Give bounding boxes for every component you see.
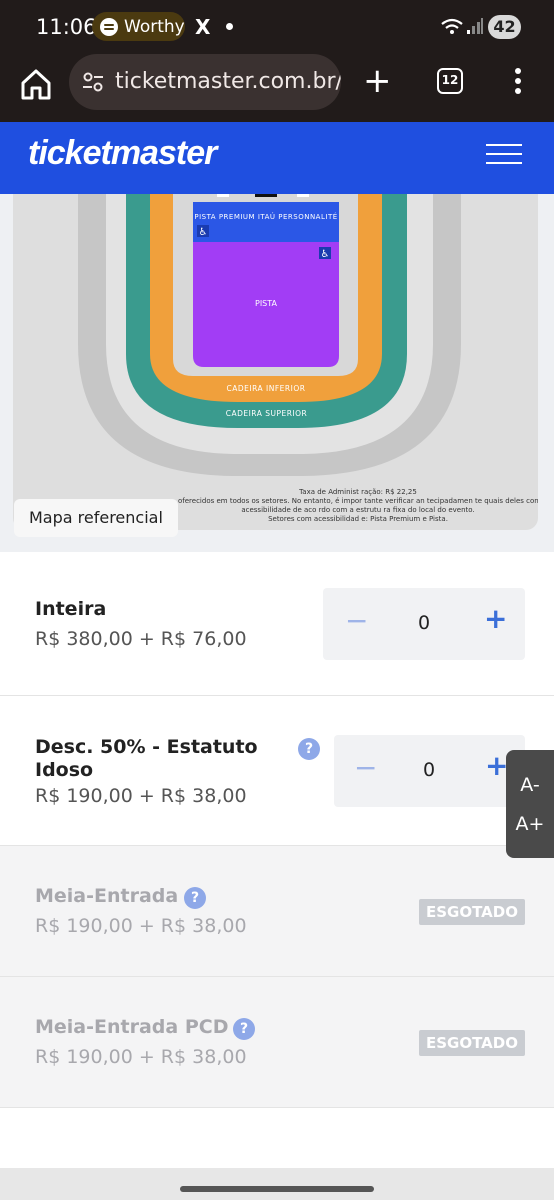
status-bar: 11:06 Worthy X 42	[0, 0, 554, 54]
ticket-name: Meia-Entrada	[35, 885, 179, 907]
ticket-row-idoso: Desc. 50% - Estatuto Idoso ? R$ 190,00 +…	[0, 696, 554, 846]
browser-toolbar: ticketmaster.com.br/ev + 12	[0, 54, 554, 122]
quantity-stepper: − 0 +	[334, 735, 525, 807]
increase-quantity-button[interactable]: +	[484, 604, 507, 634]
ticket-price: R$ 190,00 + R$ 38,00	[35, 1046, 247, 1068]
section-label-premium[interactable]: PISTA PREMIUM ITAÚ PERSONNALITÉ	[193, 213, 339, 221]
ticket-row-inteira: Inteira R$ 380,00 + R$ 76,00 − 0 +	[0, 552, 554, 696]
clock: 11:06	[36, 15, 97, 39]
battery-indicator: 42	[488, 15, 521, 39]
now-playing-title: Worthy	[124, 16, 185, 37]
now-playing-chip[interactable]: Worthy	[92, 12, 185, 41]
stage-block	[217, 194, 229, 197]
help-icon[interactable]: ?	[298, 738, 320, 760]
map-notes: Taxa de Administ ração: R$ 22,25 ofereci…	[178, 488, 538, 524]
map-note: acessibilidade de aco rdo com a estrutu …	[241, 506, 475, 514]
ticket-name: Inteira	[35, 598, 107, 620]
hamburger-menu-icon[interactable]	[486, 144, 522, 166]
spotify-icon	[100, 17, 118, 36]
quantity-value: 0	[418, 612, 431, 634]
venue-map-drawing: ♿ ♿	[78, 194, 461, 476]
home-icon[interactable]	[18, 66, 54, 102]
new-tab-icon[interactable]: +	[363, 64, 392, 98]
ticket-price: R$ 190,00 + R$ 38,00	[35, 785, 247, 807]
increase-quantity-button[interactable]: +	[485, 751, 508, 781]
quantity-value: 0	[423, 759, 436, 781]
decrease-quantity-button[interactable]: −	[345, 606, 368, 636]
font-size-controls: A- A+	[506, 750, 554, 858]
sold-out-badge: ESGOTADO	[419, 899, 525, 925]
stage-block	[255, 194, 277, 197]
bottom-area	[0, 1168, 554, 1200]
map-note: oferecidos em todos os setores. No entan…	[178, 497, 538, 505]
help-icon[interactable]: ?	[184, 887, 206, 909]
increase-font-button[interactable]: A+	[506, 813, 554, 835]
venue-map: ♿ ♿ PISTA PREMIUM ITAÚ PERSONNALITÉ PIST…	[13, 194, 538, 530]
section-pista-premium	[193, 202, 339, 242]
notification-dot-icon	[226, 23, 233, 30]
decrease-quantity-button[interactable]: −	[354, 753, 377, 783]
ticketmaster-logo[interactable]: ticketmaster	[28, 134, 217, 173]
wifi-icon	[441, 18, 463, 34]
ticket-row-meia-entrada: Meia-Entrada ? R$ 190,00 + R$ 38,00 ESGO…	[0, 846, 554, 977]
ticket-row-meia-entrada-pcd: Meia-Entrada PCD ? R$ 190,00 + R$ 38,00 …	[0, 977, 554, 1108]
ticket-price: R$ 190,00 + R$ 38,00	[35, 915, 247, 937]
quantity-stepper: − 0 +	[323, 588, 525, 660]
decrease-font-button[interactable]: A-	[506, 774, 554, 796]
ticket-name-line: Desc. 50% - Estatuto	[35, 736, 258, 758]
stage-block	[297, 194, 309, 197]
x-app-icon: X	[195, 15, 211, 39]
address-bar[interactable]: ticketmaster.com.br/ev	[69, 54, 341, 110]
help-icon[interactable]: ?	[233, 1018, 255, 1040]
home-indicator[interactable]	[180, 1186, 374, 1192]
venue-map-section: ♿ ♿ PISTA PREMIUM ITAÚ PERSONNALITÉ PIST…	[0, 194, 554, 552]
ticket-name: Meia-Entrada PCD	[35, 1016, 229, 1038]
site-settings-icon[interactable]	[81, 70, 105, 94]
map-note: Taxa de Administ ração: R$ 22,25	[299, 488, 417, 496]
site-header: ticketmaster	[0, 122, 554, 194]
url-text: ticketmaster.com.br/ev	[115, 69, 341, 94]
ticket-price: R$ 380,00 + R$ 76,00	[35, 628, 247, 650]
ticket-name-line: Idoso	[35, 759, 94, 781]
more-menu-icon[interactable]	[514, 68, 522, 96]
map-note: Setores com acessibilidad e: Pista Premi…	[268, 515, 448, 523]
accessibility-icon-glyph: ♿	[321, 249, 330, 260]
map-reference-label: Mapa referencial	[14, 499, 178, 537]
tab-switcher-button[interactable]: 12	[437, 68, 463, 94]
section-label-cadeira-inferior[interactable]: CADEIRA INFERIOR	[150, 384, 382, 393]
accessibility-icon-glyph: ♿	[199, 227, 208, 238]
sold-out-badge: ESGOTADO	[419, 1030, 525, 1056]
section-label-pista[interactable]: PISTA	[193, 299, 339, 308]
ticket-name: Desc. 50% - Estatuto Idoso	[35, 736, 258, 782]
signal-icon	[467, 18, 483, 34]
section-label-cadeira-superior[interactable]: CADEIRA SUPERIOR	[126, 409, 407, 418]
